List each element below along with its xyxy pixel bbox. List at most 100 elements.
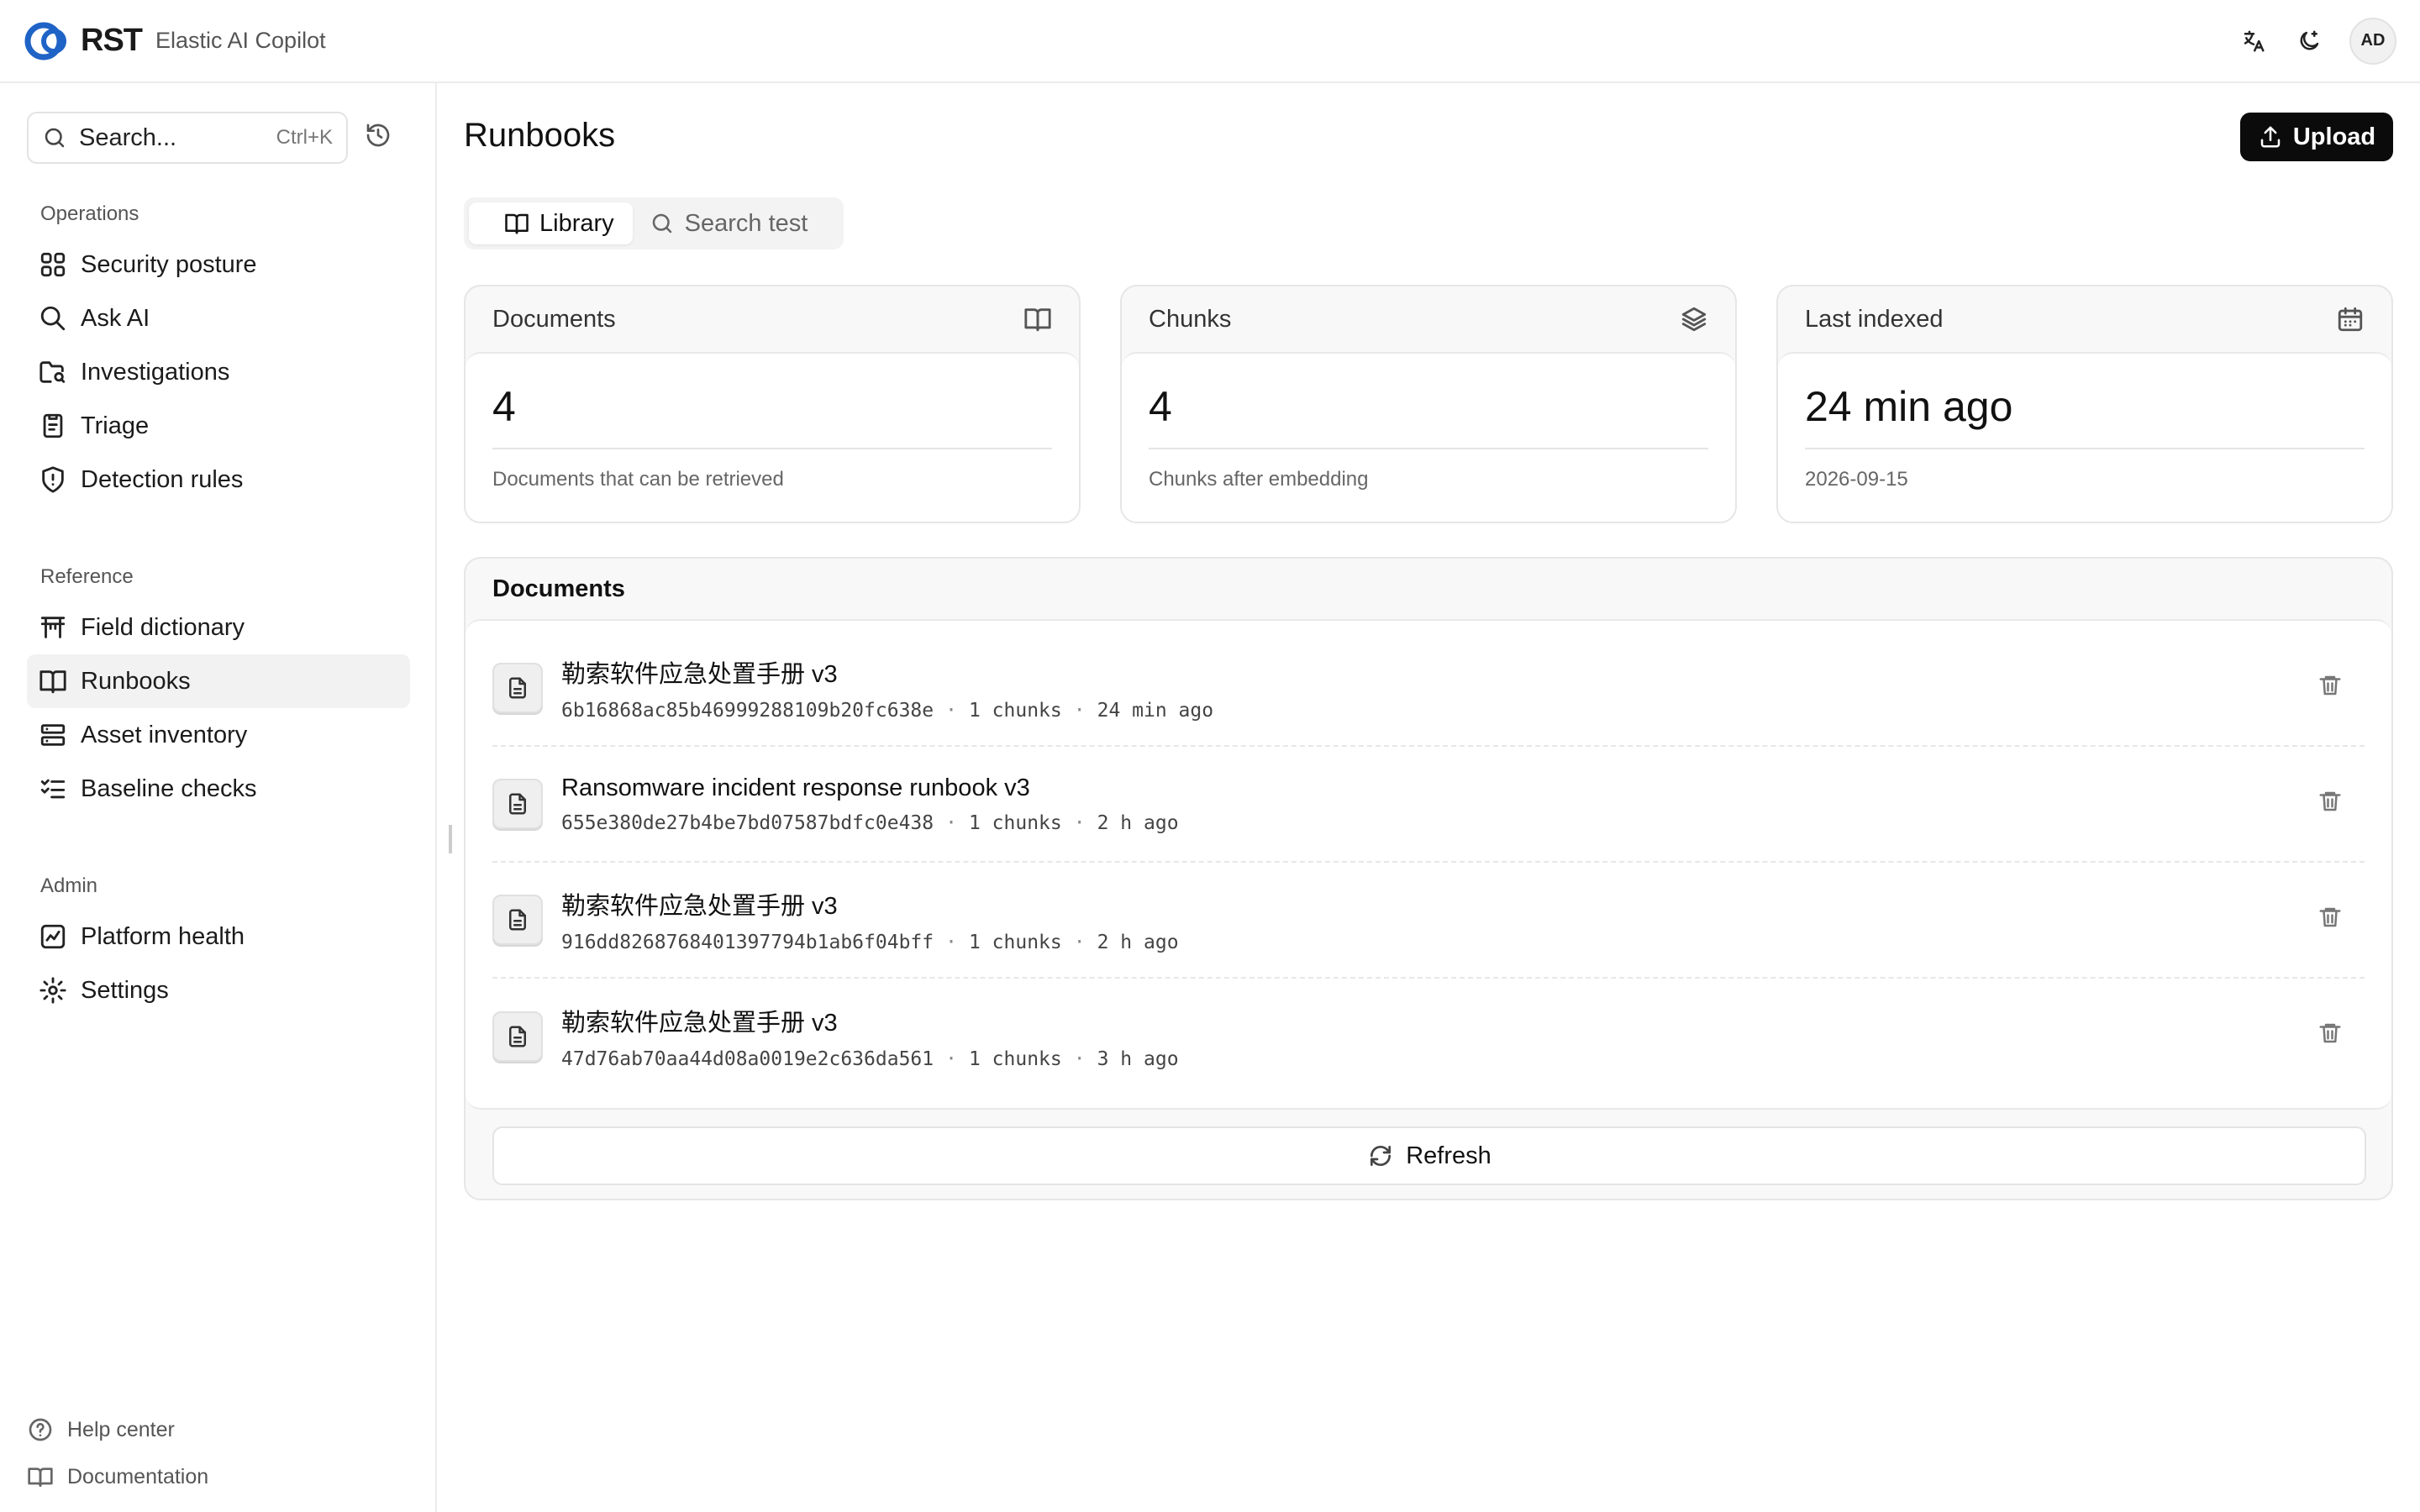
document-title: Ransomware incident response runbook v3	[561, 774, 1030, 801]
trash-icon[interactable]	[2317, 673, 2344, 700]
nav-section-operations: Operations Security posture Ask AI Inves…	[27, 202, 410, 507]
sidebar-footer: Help center Documentation	[27, 1406, 208, 1500]
file-text-icon	[492, 895, 543, 945]
sidebar-item-asset-inventory[interactable]: Asset inventory	[27, 708, 410, 762]
sidebar-item-investigations[interactable]: Investigations	[27, 345, 410, 399]
sidebar-item-security-posture[interactable]: Security posture	[27, 238, 410, 291]
documents-panel: Documents 勒索软件应急处置手册 v3 6b16868ac85b4699…	[464, 557, 2393, 1200]
document-hash: 6b16868ac85b46999288109b20fc638e	[561, 700, 934, 722]
stat-value: 24 min ago	[1805, 382, 2365, 449]
nav-section-reference: Reference Field dictionary Runbooks Asse…	[27, 565, 410, 816]
tab-search-test[interactable]: Search test	[639, 202, 827, 244]
sidebar-item-field-dictionary[interactable]: Field dictionary	[27, 601, 410, 654]
book-open-icon	[1024, 308, 1051, 332]
document-meta: 655e380de27b4be7bd07587bdfc0e438 · 1 chunk…	[561, 812, 1179, 834]
folder-search-icon	[39, 361, 66, 383]
stat-card-last-indexed: Last indexed 24 min ago 2026-09-15	[1776, 285, 2393, 523]
documents-panel-title: Documents	[492, 575, 625, 602]
page-title: Runbooks	[464, 117, 616, 154]
tab-library[interactable]: Library	[469, 202, 633, 244]
logo-icon	[24, 22, 66, 60]
document-chunks: 1 chunks	[968, 1048, 1062, 1070]
refresh-icon	[1370, 1146, 1392, 1166]
search-placeholder: Search...	[79, 123, 177, 151]
sidebar-item-baseline-checks[interactable]: Baseline checks	[27, 762, 410, 816]
stat-title: Documents	[492, 305, 616, 333]
sidebar-item-settings[interactable]: Settings	[27, 963, 410, 1017]
sidebar-search-input[interactable]: Search... Ctrl+K	[27, 112, 348, 164]
upload-label: Upload	[2292, 123, 2376, 150]
sidebar-item-label: Field dictionary	[81, 613, 245, 641]
help-center-link[interactable]: Help center	[27, 1406, 208, 1453]
document-meta: 47d76ab70aa44d08a0019e2c636da561 · 1 chunk…	[561, 1048, 1179, 1070]
meta-separator: ·	[1073, 700, 1086, 722]
sidebar-item-label: Asset inventory	[81, 721, 248, 748]
sidebar-item-detection-rules[interactable]: Detection rules	[27, 453, 410, 507]
shield-icon	[42, 466, 64, 493]
sidebar-item-label: Baseline checks	[81, 774, 257, 802]
stat-title: Last indexed	[1805, 305, 1944, 333]
document-chunks: 1 chunks	[968, 932, 1062, 953]
history-icon[interactable]	[365, 122, 397, 154]
file-text-icon	[492, 779, 543, 829]
sidebar-item-label: Detection rules	[81, 465, 244, 493]
stat-subtitle: Documents that can be retrieved	[492, 468, 784, 491]
table-icon	[40, 617, 66, 638]
nav-section-title: Reference	[40, 565, 134, 588]
trash-icon[interactable]	[2317, 905, 2344, 932]
meta-separator: ·	[1073, 811, 1086, 834]
document-row[interactable]: 勒索软件应急处置手册 v3 916dd8268768401397794b1ab6…	[492, 863, 2365, 979]
trash-icon[interactable]	[2317, 789, 2344, 816]
sidebar-item-triage[interactable]: Triage	[27, 399, 410, 453]
stat-card-chunks: Chunks 4 Chunks after embedding	[1120, 285, 1737, 523]
nav-section-admin: Admin Platform health Settings	[27, 874, 410, 1017]
calendar-icon	[2338, 307, 2363, 332]
book-open-icon	[505, 213, 529, 234]
document-row[interactable]: 勒索软件应急处置手册 v3 6b16868ac85b46999288109b20…	[492, 631, 2365, 747]
tab-label: Search test	[684, 209, 808, 237]
chart-icon	[40, 924, 66, 949]
footer-link-label: Help center	[67, 1417, 175, 1441]
book-open-icon	[39, 670, 66, 694]
document-age: 2 h ago	[1097, 932, 1179, 953]
document-meta: 916dd8268768401397794b1ab6f04bff · 1 chunk…	[561, 932, 1179, 953]
documentation-link[interactable]: Documentation	[27, 1453, 208, 1500]
help-circle-icon	[29, 1418, 52, 1441]
document-age: 24 min ago	[1097, 700, 1214, 722]
sidebar-item-label: Platform health	[81, 922, 245, 950]
theme-toggle-icon[interactable]	[2294, 26, 2324, 56]
stat-subtitle: Chunks after embedding	[1149, 468, 1369, 491]
sidebar-item-label: Security posture	[81, 250, 257, 278]
logo[interactable]: RST	[24, 19, 143, 63]
upload-button[interactable]: Upload	[2240, 113, 2393, 161]
search-shortcut: Ctrl+K	[276, 126, 333, 149]
tab-label: Library	[539, 209, 614, 237]
nav-section-title: Admin	[40, 874, 98, 897]
meta-separator: ·	[945, 1048, 957, 1070]
nav-section-title: Operations	[40, 202, 139, 225]
document-chunks: 1 chunks	[968, 811, 1062, 834]
server-icon	[40, 724, 66, 746]
document-hash: 655e380de27b4be7bd07587bdfc0e438	[561, 811, 934, 834]
sidebar-item-label: Settings	[81, 976, 169, 1004]
document-row[interactable]: Ransomware incident response runbook v3 …	[492, 747, 2365, 863]
user-avatar[interactable]: AD	[2349, 17, 2396, 65]
grid-icon	[40, 252, 66, 277]
refresh-button[interactable]: Refresh	[492, 1126, 2366, 1185]
document-row[interactable]: 勒索软件应急处置手册 v3 47d76ab70aa44d08a0019e2c63…	[492, 979, 2365, 1095]
logo-text: RST	[81, 23, 143, 58]
sidebar-item-platform-health[interactable]: Platform health	[27, 910, 410, 963]
sidebar-item-ask-ai[interactable]: Ask AI	[27, 291, 410, 345]
trash-icon[interactable]	[2317, 1021, 2344, 1047]
sidebar-item-runbooks[interactable]: Runbooks	[27, 654, 410, 708]
list-checks-icon	[40, 779, 66, 799]
translate-icon[interactable]	[2238, 26, 2269, 56]
search-icon	[652, 213, 671, 234]
meta-separator: ·	[945, 700, 957, 722]
sidebar-item-label: Ask AI	[81, 304, 150, 332]
meta-separator: ·	[945, 932, 957, 953]
sidebar-resize-handle[interactable]	[449, 825, 452, 853]
stat-title: Chunks	[1149, 305, 1232, 333]
stat-value: 4	[492, 382, 1052, 449]
document-age: 2 h ago	[1097, 811, 1179, 834]
